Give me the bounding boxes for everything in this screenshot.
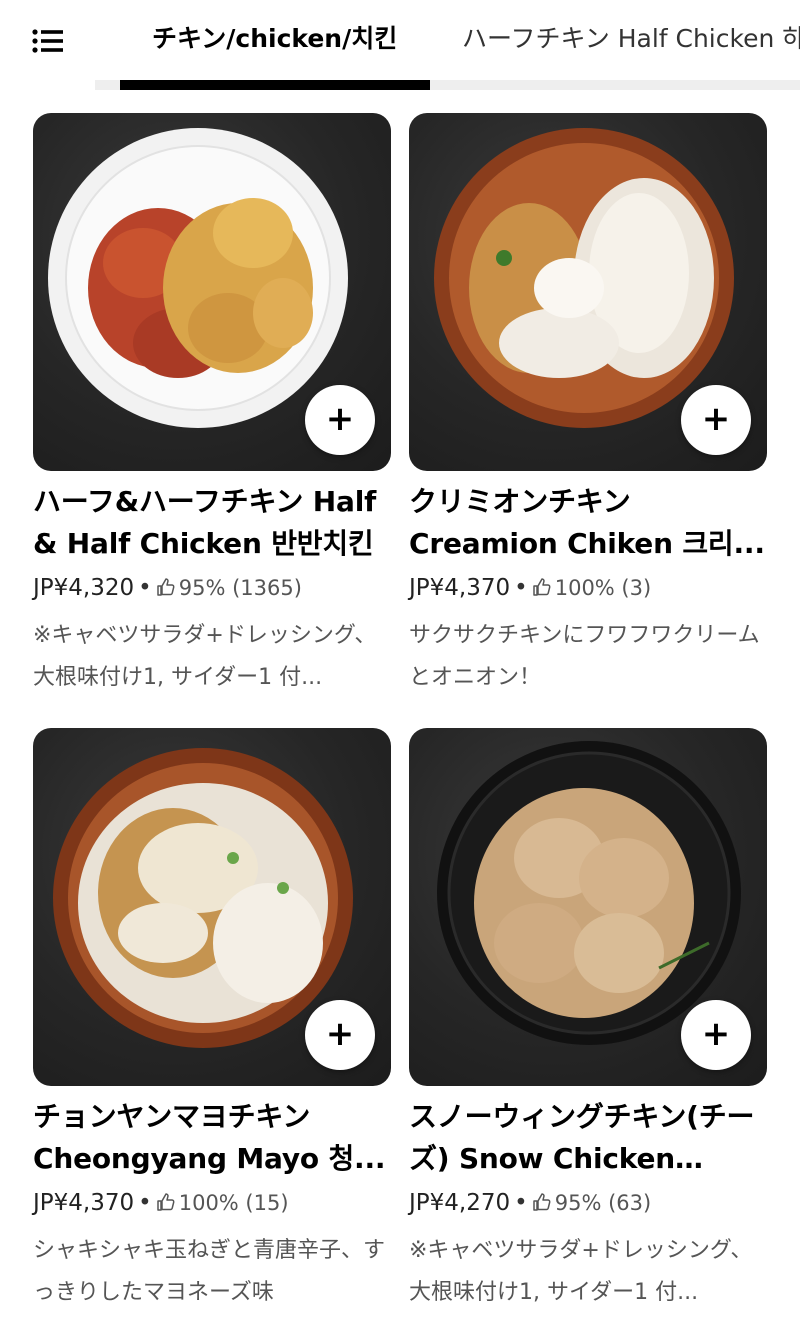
thumbs-up-icon — [156, 578, 175, 596]
plus-icon: + — [325, 1013, 355, 1054]
food-image[interactable]: + — [409, 728, 767, 1086]
food-image[interactable]: + — [33, 728, 391, 1086]
item-rating: 100% (15) — [178, 1191, 289, 1215]
item-meta: JP¥4,370 • 100% (3) — [409, 575, 652, 601]
item-title: チョンヤンマヨチキン Cheongyang Mayo 청... — [33, 1100, 386, 1175]
item-title: ハーフ&ハーフチキン Half & Half Chicken 반반치킨 — [33, 485, 377, 560]
add-to-cart-button[interactable]: + — [305, 1000, 375, 1070]
food-image[interactable]: + — [409, 113, 767, 471]
item-description: サクサクチキンにフワフワクリームとオニオン！ — [409, 623, 760, 690]
add-to-cart-button[interactable]: + — [305, 385, 375, 455]
item-price: JP¥4,270 — [409, 1190, 511, 1216]
item-title: スノーウィングチキン(チーズ) Snow Chicken (wit... — [409, 1100, 755, 1175]
category-tab-bar: チキン/chicken/치킨 ハーフチキン Half Chicken 하 — [0, 0, 800, 92]
item-meta: JP¥4,320 • 95% (1365) — [33, 575, 302, 601]
item-price: JP¥4,370 — [409, 575, 511, 601]
item-description: ※キャベツサラダ+ドレッシング、大根味付け1, サイダー1 付... — [33, 623, 377, 690]
item-price: JP¥4,370 — [33, 1190, 135, 1216]
plus-icon: + — [325, 398, 355, 439]
menu-item-card[interactable]: + チョンヤンマヨチキン Cheongyang Mayo 청... JP¥4,3… — [33, 728, 391, 1314]
thumbs-up-icon — [532, 578, 551, 596]
item-meta: JP¥4,270 • 95% (63) — [409, 1190, 652, 1216]
item-description: シャキシャキ玉ねぎと青唐辛子、すっきりしたマヨネーズ味 — [33, 1238, 386, 1305]
menu-item-card[interactable]: + クリミオンチキン Creamion Chiken 크리... JP¥4,37… — [409, 113, 767, 699]
item-title: クリミオンチキン Creamion Chiken 크리... — [409, 485, 765, 560]
item-meta: JP¥4,370 • 100% (15) — [33, 1190, 289, 1216]
item-price: JP¥4,320 — [33, 575, 135, 601]
item-rating: 100% (3) — [554, 576, 652, 600]
food-image[interactable]: + — [33, 113, 391, 471]
plus-icon: + — [701, 398, 731, 439]
active-tab-indicator — [120, 80, 430, 90]
tab-chicken[interactable]: チキン/chicken/치킨 — [152, 22, 397, 56]
item-rating: 95% (1365) — [178, 576, 302, 600]
add-to-cart-button[interactable]: + — [681, 385, 751, 455]
add-to-cart-button[interactable]: + — [681, 1000, 751, 1070]
plus-icon: + — [701, 1013, 731, 1054]
item-description: ※キャベツサラダ+ドレッシング、大根味付け1, サイダー1 付... — [409, 1238, 753, 1305]
thumbs-up-icon — [156, 1193, 175, 1211]
tab-half-chicken[interactable]: ハーフチキン Half Chicken 하 — [462, 22, 800, 56]
menu-item-card[interactable]: + ハーフ&ハーフチキン Half & Half Chicken 반반치킨 JP… — [33, 113, 391, 699]
thumbs-up-icon — [532, 1193, 551, 1211]
item-rating: 95% (63) — [554, 1191, 652, 1215]
list-icon[interactable] — [32, 28, 64, 54]
menu-item-card[interactable]: + スノーウィングチキン(チーズ) Snow Chicken (wit... J… — [409, 728, 767, 1314]
